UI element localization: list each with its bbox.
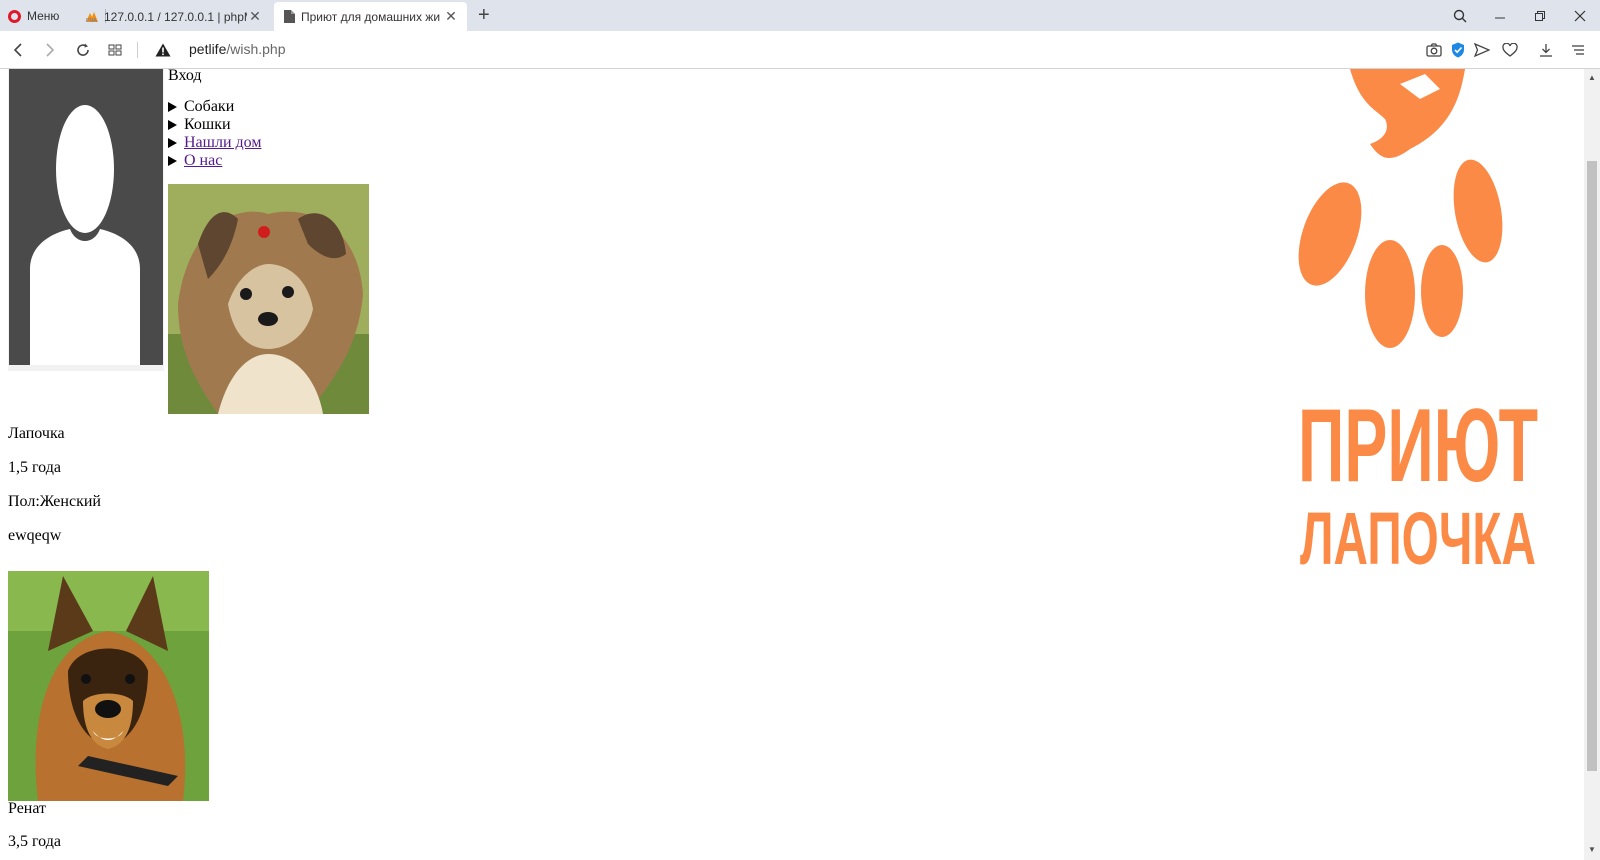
reload-icon[interactable] xyxy=(73,40,93,60)
login-link[interactable]: Вход xyxy=(168,69,202,85)
scrollbar-thumb[interactable] xyxy=(1587,161,1597,771)
disclosure-triangle-icon xyxy=(168,120,177,130)
page-viewport: Вход Собаки Кошки Нашли дом О нас Лапочк… xyxy=(0,69,1584,860)
page-scrollbar[interactable]: ▲ ▼ xyxy=(1584,69,1600,860)
pet-age: 3,5 года xyxy=(8,833,61,850)
search-tabs-icon[interactable] xyxy=(1440,0,1480,31)
address-bar: petlife/wish.php xyxy=(0,31,1600,69)
pet-name: Лапочка xyxy=(8,425,65,442)
download-icon[interactable] xyxy=(1536,40,1556,60)
disclosure-triangle-icon xyxy=(168,156,177,166)
tab-title: 127.0.0.1 / 127.0.0.1 | phpM xyxy=(104,9,247,24)
send-icon[interactable] xyxy=(1472,40,1492,60)
pet-name: Ренат xyxy=(8,800,47,817)
menu-label: Меню xyxy=(27,9,60,23)
heart-icon[interactable] xyxy=(1500,40,1520,60)
back-icon[interactable] xyxy=(8,40,28,60)
pet-age: 1,5 года xyxy=(8,459,61,476)
logo-line-2: ЛАПОЧКА xyxy=(1300,497,1536,580)
warning-icon[interactable] xyxy=(153,40,173,60)
disclosure-triangle-icon xyxy=(168,138,177,148)
pet-sex: Пол:Женский xyxy=(8,493,101,510)
menu-item-found-home[interactable]: Нашли дом xyxy=(168,134,261,152)
disclosure-triangle-icon xyxy=(168,102,177,112)
url-host: petlife xyxy=(189,41,227,57)
restore-icon[interactable] xyxy=(1520,0,1560,31)
pet-photo-yorkshire-terrier[interactable] xyxy=(168,184,369,414)
address-separator xyxy=(137,42,138,58)
menu-item-label: Кошки xyxy=(184,116,231,133)
scroll-down-icon[interactable]: ▼ xyxy=(1588,845,1596,854)
scroll-up-icon[interactable]: ▲ xyxy=(1588,73,1596,82)
shield-icon[interactable] xyxy=(1448,40,1468,60)
menu-item-link[interactable]: Нашли дом xyxy=(184,134,261,152)
pet-description: ewqeqw xyxy=(8,527,62,544)
pet-photo-german-shepherd[interactable] xyxy=(8,571,209,801)
close-tab-icon[interactable]: ✕ xyxy=(443,8,459,25)
camera-icon[interactable] xyxy=(1424,40,1444,60)
tab-title: Приют для домашних жи xyxy=(301,9,441,24)
menu-item-dogs[interactable]: Собаки xyxy=(168,98,261,116)
minimize-icon[interactable] xyxy=(1480,0,1520,31)
main-menu: Собаки Кошки Нашли дом О нас xyxy=(168,98,261,170)
tab-phpmyadmin[interactable]: PMA 127.0.0.1 / 127.0.0.1 | phpM ✕ xyxy=(77,2,271,31)
tab-petlife[interactable]: Приют для домашних жи ✕ xyxy=(274,2,467,31)
easy-setup-menu-icon[interactable] xyxy=(1568,40,1588,60)
close-tab-icon[interactable]: ✕ xyxy=(247,8,263,25)
tab-bar: Меню PMA 127.0.0.1 / 127.0.0.1 | phpM ✕ … xyxy=(0,0,1600,31)
forward-icon[interactable] xyxy=(40,40,60,60)
user-avatar-image xyxy=(8,69,164,371)
new-tab-button[interactable]: + xyxy=(478,4,490,27)
menu-item-link[interactable]: О нас xyxy=(184,152,222,170)
url-path: /wish.php xyxy=(226,41,286,57)
opera-menu-button[interactable]: Меню xyxy=(8,6,59,26)
logo-line-1: ПРИЮТ xyxy=(1298,388,1538,504)
tab-grid-icon[interactable] xyxy=(105,40,125,60)
opera-logo-icon xyxy=(8,9,21,23)
shelter-logo: ПРИЮТ ЛАПОЧКА xyxy=(1298,69,1538,580)
svg-text:PMA: PMA xyxy=(86,18,98,23)
window-controls xyxy=(1440,0,1600,31)
document-icon xyxy=(282,10,296,24)
close-window-icon[interactable] xyxy=(1560,0,1600,31)
url-field[interactable]: petlife/wish.php xyxy=(189,41,286,57)
menu-item-label: Собаки xyxy=(184,98,235,115)
menu-item-about[interactable]: О нас xyxy=(168,152,261,170)
phpmyadmin-icon: PMA xyxy=(85,10,99,24)
menu-item-cats[interactable]: Кошки xyxy=(168,116,261,134)
